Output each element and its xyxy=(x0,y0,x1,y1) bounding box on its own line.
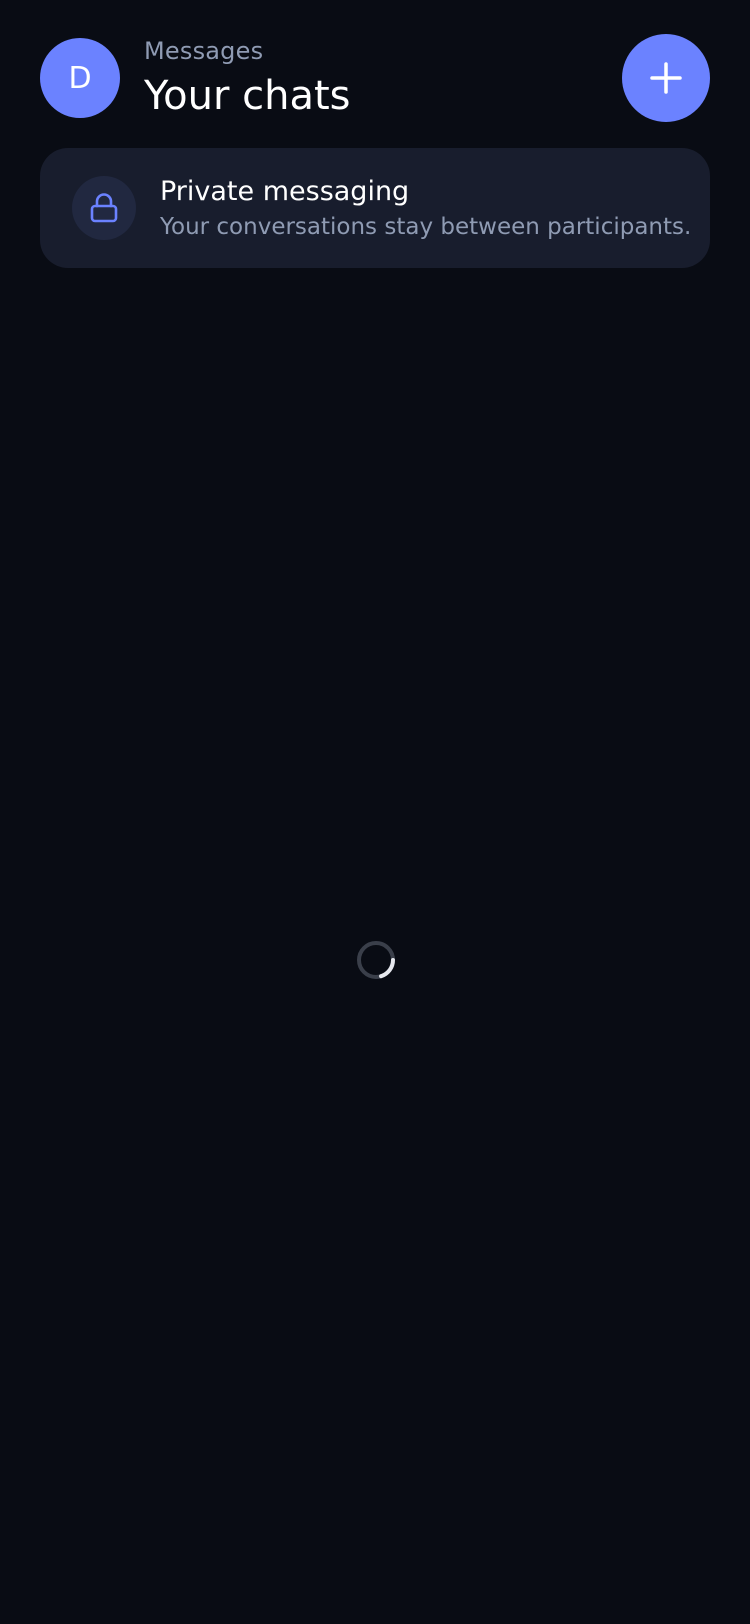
header-titles: Messages Your chats xyxy=(144,34,350,122)
privacy-notice-card: Private messaging Your conversations sta… xyxy=(40,148,710,268)
section-label: Messages xyxy=(144,37,264,65)
lock-icon xyxy=(90,193,118,223)
user-avatar[interactable]: D xyxy=(40,38,120,118)
page-title: Your chats xyxy=(144,73,351,119)
notice-description: Your conversations stay between particip… xyxy=(160,214,692,240)
loading-spinner xyxy=(357,941,395,979)
lock-icon-badge xyxy=(72,176,136,240)
notice-text: Private messaging Your conversations sta… xyxy=(160,174,700,244)
avatar-initial: D xyxy=(68,60,92,96)
plus-icon xyxy=(650,62,682,94)
notice-title: Private messaging xyxy=(160,176,410,207)
app-header: D Messages Your chats xyxy=(0,0,750,140)
new-chat-button[interactable] xyxy=(622,34,710,122)
